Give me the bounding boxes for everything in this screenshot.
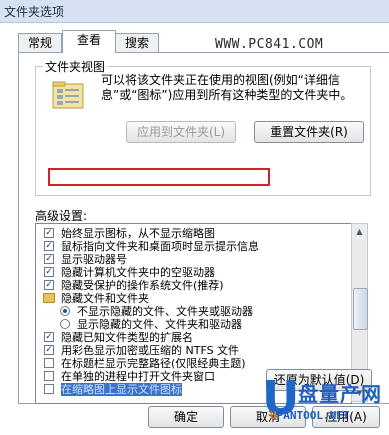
folder-view-icon [52,81,84,109]
logo-name: 盘量产网 [298,382,382,406]
checkbox[interactable]: ✓ [44,228,54,238]
watermark-text: WWW.PC841.COM [215,37,324,52]
scroll-thumb[interactable] [353,288,368,330]
tab-view[interactable]: 查看 [62,30,116,53]
checkbox[interactable]: ✓ [44,267,54,277]
checkbox[interactable]: ✓ [44,332,54,342]
window-title: 文件夹选项 [4,5,65,19]
checkbox[interactable] [44,358,54,368]
radio-button[interactable] [60,306,70,316]
tab-search[interactable]: 搜索 [115,33,159,52]
radio-button[interactable] [60,319,70,329]
site-logo: U 盘量产网 UPANTOOL.NET [262,372,389,435]
folder-icon [43,293,55,303]
apply-to-folders-button[interactable]: 应用到文件夹(L) [126,121,236,143]
advanced-settings-label: 高级设置: [35,209,88,223]
tab-general[interactable]: 常规 [18,33,62,52]
ok-button[interactable]: 确定 [148,406,224,428]
folder-views-description: 可以将该文件夹正在使用的视图(例如“详细信息”或“图标”)应用到所有这种类型的文… [101,73,353,102]
checkbox[interactable] [44,371,54,381]
logo-domain: UPANTOOL.NET [270,409,350,422]
checkbox[interactable]: ✓ [44,254,54,264]
reset-folders-button[interactable]: 重置文件夹(R) [254,121,364,143]
folder-views-legend: 文件夹视图 [43,58,108,75]
checkbox[interactable]: ✓ [44,345,54,355]
checkbox[interactable]: ✓ [44,241,54,251]
scroll-up-arrow-icon[interactable]: ▲ [352,224,367,240]
checkbox[interactable] [44,384,54,394]
checkbox[interactable]: ✓ [44,280,54,290]
highlight-annotation [48,168,270,186]
title-bar: 文件夹选项 [0,0,389,23]
tab-panel: 文件夹视图 可以将该文件夹正在使用的视图(例如“详细信息”或“图标”)应用到所有… [18,52,389,404]
